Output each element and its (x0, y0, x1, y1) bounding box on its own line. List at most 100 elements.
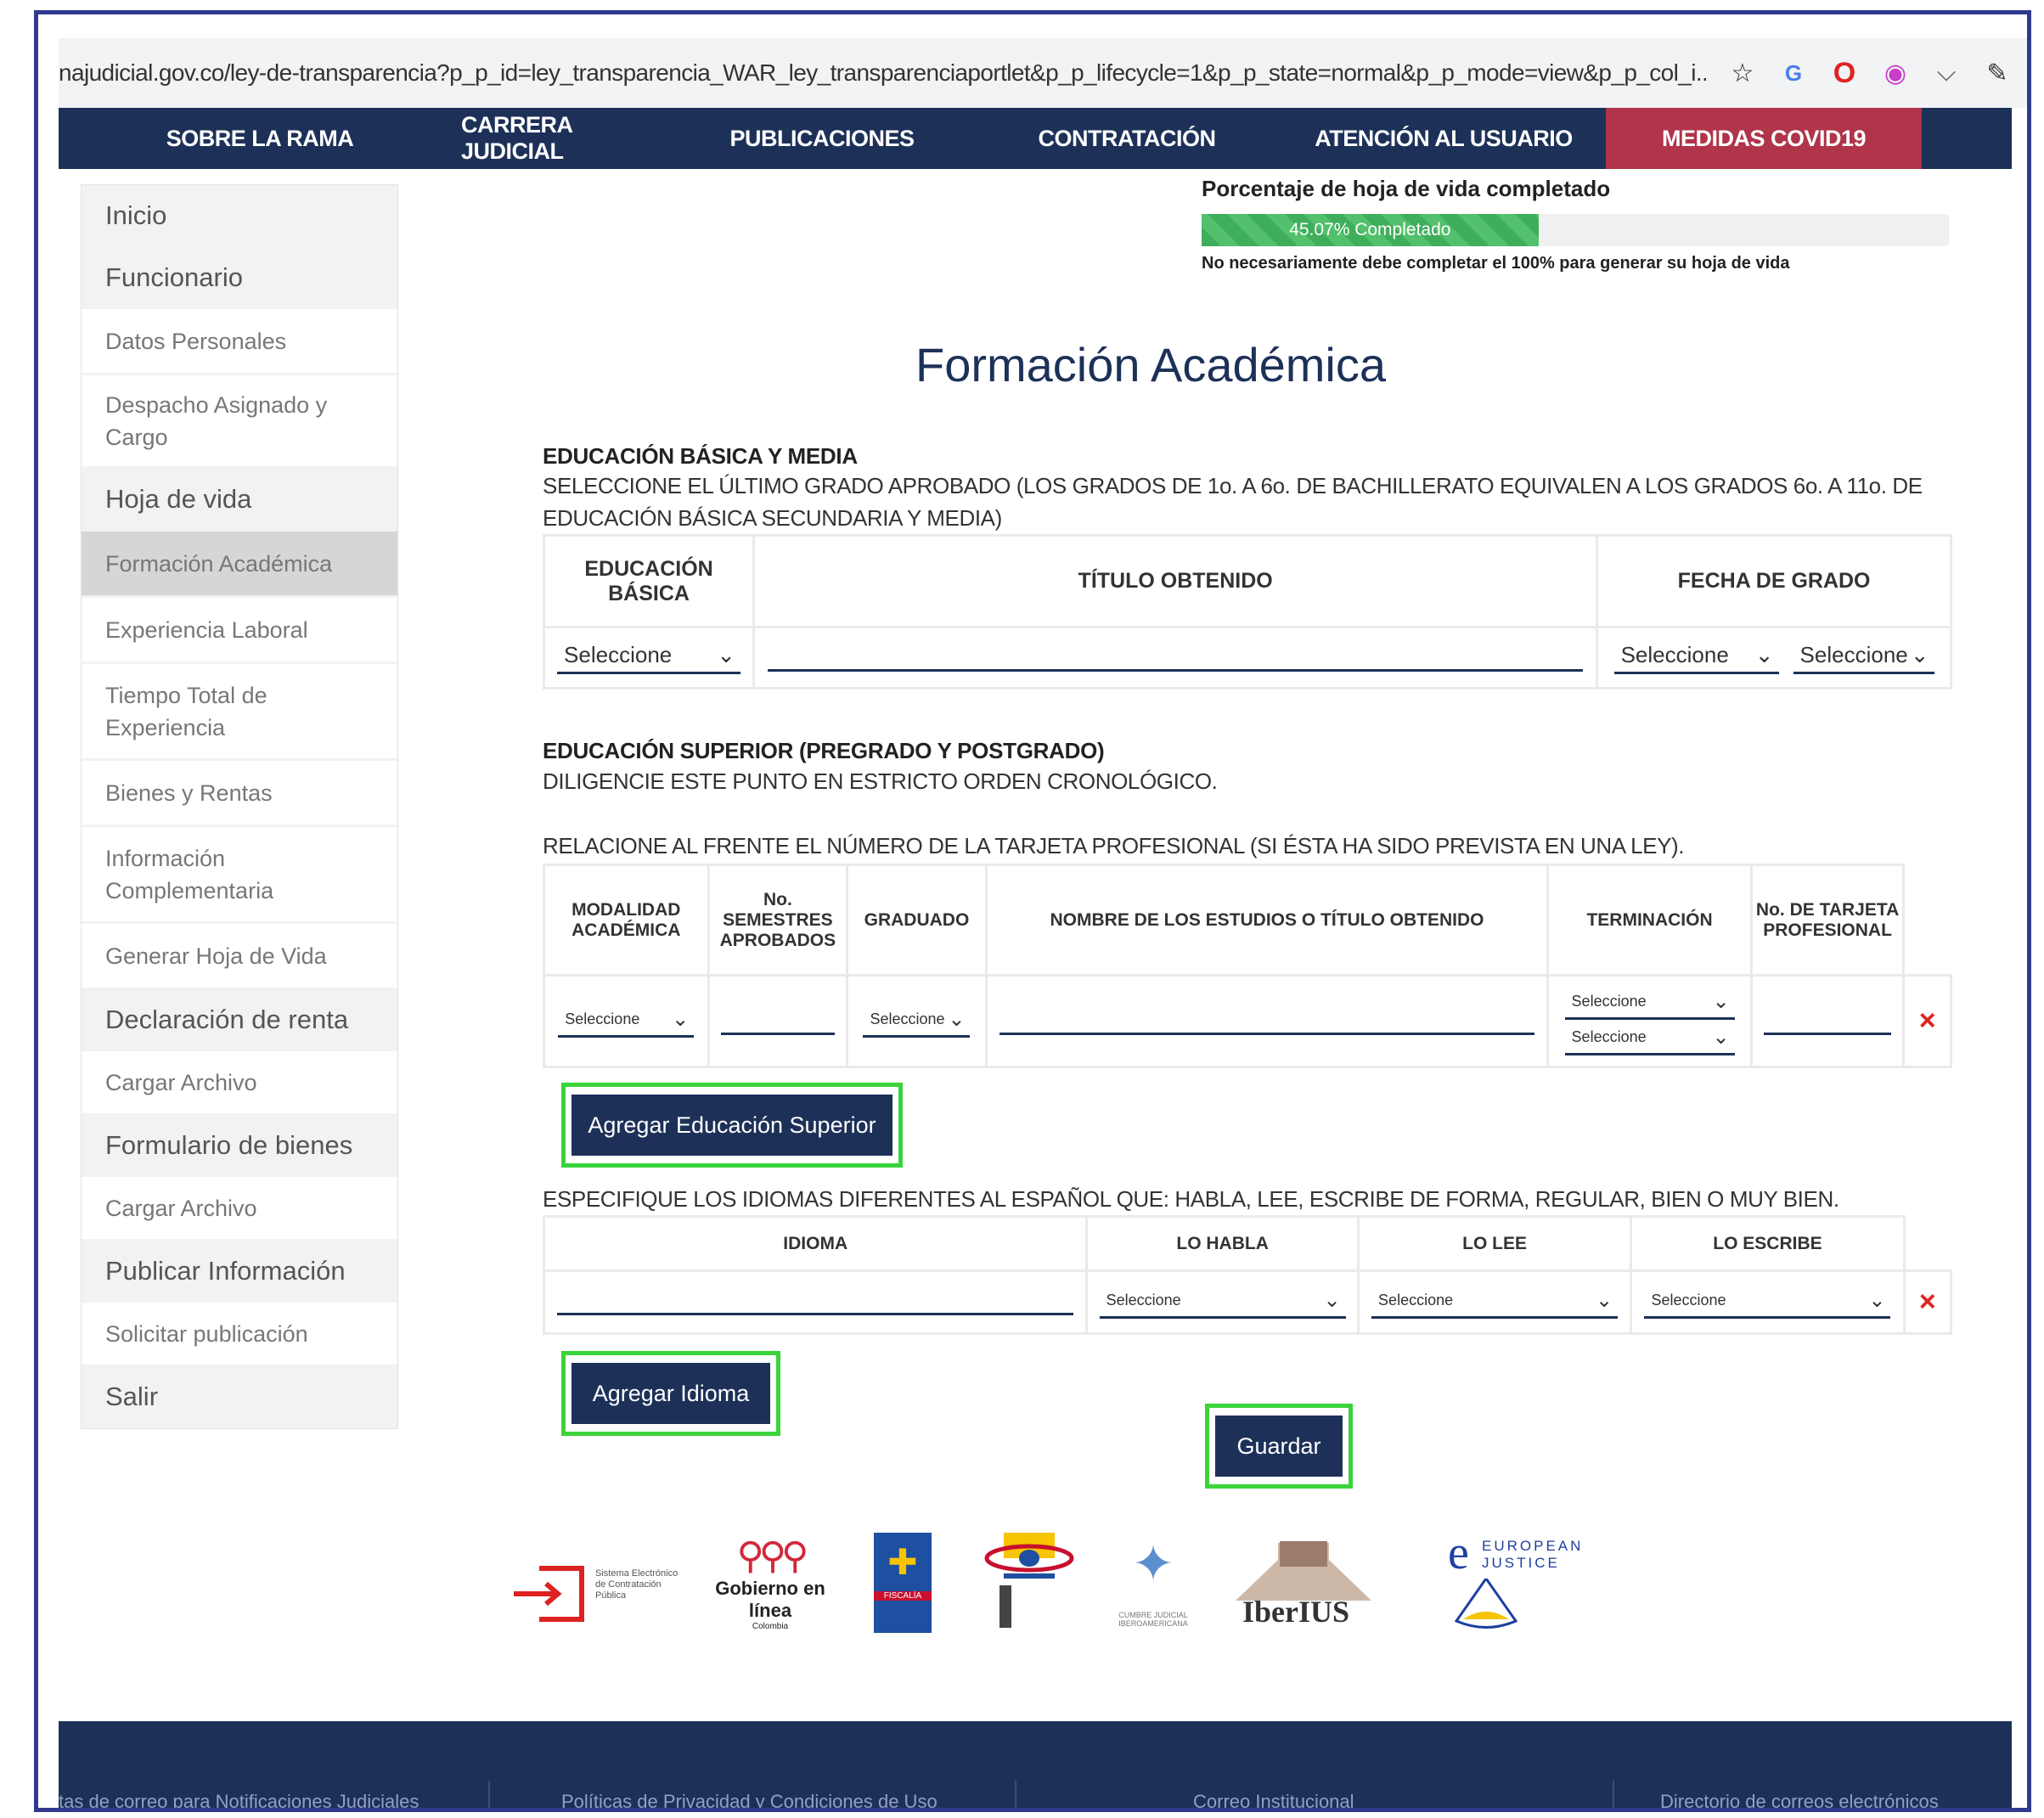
cumbre-star-icon: ✦ (1131, 1535, 1175, 1592)
agregar-educacion-superior-button[interactable]: Agregar Educación Superior (572, 1095, 892, 1156)
terminacion-select-1[interactable]: Seleccione ⌄ (1564, 989, 1735, 1020)
sidebar-item-datos-personales[interactable]: Datos Personales (82, 309, 397, 375)
lo-habla-select[interactable]: Seleccione ⌄ (1099, 1288, 1346, 1319)
footer-separator (488, 1781, 490, 1808)
chevron-down-icon: ⌄ (948, 1007, 966, 1031)
progress-fill: 45.07% Completado (1202, 214, 1539, 246)
modalidad-select[interactable]: Seleccione ⌄ (558, 1007, 695, 1038)
basica-instructions: SELECCIONE EL ÚLTIMO GRADO APROBADO (LOS… (543, 473, 1923, 531)
chevron-down-icon: ⌄ (1868, 1288, 1886, 1312)
guardar-button[interactable]: Guardar (1215, 1416, 1343, 1477)
main-navigation: SOBRE LA RAMA CARRERA JUDICIAL PUBLICACI… (59, 108, 2012, 169)
sidebar-item-publicar-informacion[interactable]: Publicar Información (82, 1241, 397, 1303)
sidebar-item-experiencia-laboral[interactable]: Experiencia Laboral (82, 598, 397, 664)
superior-line1: DILIGENCIE ESTE PUNTO EN ESTRICTO ORDEN … (543, 768, 1218, 794)
translate-icon[interactable]: G (1779, 59, 1808, 87)
footer: tas de correo para Notificaciones Judici… (59, 1721, 2012, 1808)
european-justice-logo[interactable]: e EUROPEAN JUSTICE (1441, 1526, 1585, 1635)
header-lo-lee: LO LEE (1356, 1215, 1633, 1272)
sidebar-item-funcionario[interactable]: Funcionario (82, 248, 397, 309)
gobierno-en-linea-logo[interactable]: ⚲⚲⚲ Gobierno en línea Colombia (711, 1534, 830, 1631)
pocket-icon[interactable]: ⌵ (1932, 59, 1961, 87)
sidebar-item-hoja-de-vida[interactable]: Hoja de vida (82, 469, 397, 532)
nav-medidas-covid19[interactable]: MEDIDAS COVID19 (1606, 108, 1922, 169)
chevron-down-icon: ⌄ (1712, 1025, 1730, 1049)
browser-address-bar: najudicial.gov.co/ley-de-transparencia?p… (59, 38, 2027, 108)
nav-sobre-la-rama[interactable]: SOBRE LA RAMA (59, 108, 461, 169)
medicina-legal-logo[interactable] (983, 1533, 1076, 1633)
sidebar-item-declaracion-de-renta[interactable]: Declaración de renta (82, 990, 397, 1051)
nav-contratacion[interactable]: CONTRATACIÓN (972, 108, 1281, 169)
fiscalia-logo[interactable]: ✚ FISCALÍA (874, 1533, 932, 1633)
sidebar-item-formacion-academica[interactable]: Formación Académica (82, 532, 397, 598)
footer-separator (1613, 1781, 1614, 1808)
sidebar-item-salir[interactable]: Salir (82, 1367, 397, 1428)
semestres-input[interactable] (720, 1033, 835, 1035)
header-fecha-de-grado: FECHA DE GRADO (1596, 534, 1952, 628)
educacion-basica-select[interactable]: Seleccione ⌄ (557, 641, 741, 674)
people-icon: ⚲⚲⚲ (736, 1535, 809, 1577)
idioma-input[interactable] (557, 1313, 1074, 1315)
header-titulo-obtenido: TÍTULO OBTENIDO (752, 534, 1599, 628)
url-text[interactable]: najudicial.gov.co/ley-de-transparencia?p… (59, 59, 1706, 87)
secop-logo[interactable]: Sistema Electrónico de Contratación Públ… (514, 1560, 684, 1628)
chevron-down-icon: ⌄ (1323, 1288, 1341, 1312)
partner-logos: Sistema Electrónico de Contratación Públ… (514, 1526, 1618, 1645)
extension-icon[interactable]: ◉ (1881, 59, 1910, 87)
titulo-obtenido-input[interactable] (768, 669, 1584, 672)
lo-escribe-select[interactable]: Seleccione ⌄ (1644, 1288, 1891, 1319)
nav-atencion-al-usuario[interactable]: ATENCIÓN AL USUARIO (1281, 108, 1606, 169)
chevron-down-icon: ⌄ (1595, 1288, 1613, 1312)
sidebar-item-generar-hoja-de-vida[interactable]: Generar Hoja de Vida (82, 924, 397, 990)
sidebar-item-cargar-archivo-bienes[interactable]: Cargar Archivo (82, 1177, 397, 1241)
header-educacion-basica: EDUCACIÓN BÁSICA (542, 534, 756, 628)
superior-line2: RELACIONE AL FRENTE EL NÚMERO DE LA TARJ… (543, 833, 1685, 858)
chevron-down-icon: ⌄ (1712, 989, 1730, 1013)
remove-idioma-icon[interactable]: × (1919, 1286, 1936, 1318)
sidebar-item-solicitar-publicacion[interactable]: Solicitar publicación (82, 1303, 397, 1367)
chevron-down-icon: ⌄ (717, 641, 736, 667)
superior-table: MODALIDAD ACADÉMICA No. SEMESTRES APROBA… (543, 864, 1952, 1068)
screenshot-frame: najudicial.gov.co/ley-de-transparencia?p… (34, 10, 2031, 1812)
sidebar-menu: Inicio Funcionario Datos Personales Desp… (81, 184, 398, 1429)
footer-link-notificaciones[interactable]: tas de correo para Notificaciones Judici… (59, 1791, 419, 1808)
opera-icon[interactable]: O (1830, 57, 1859, 89)
fecha-grado-select-2[interactable]: Seleccione ⌄ (1793, 642, 1934, 674)
footer-separator (1015, 1781, 1016, 1808)
sidebar-item-tiempo-total[interactable]: Tiempo Total de Experiencia (82, 664, 397, 761)
nav-carrera-judicial[interactable]: CARRERA JUDICIAL (461, 108, 672, 169)
lo-lee-select[interactable]: Seleccione ⌄ (1371, 1288, 1619, 1319)
tarjeta-profesional-input[interactable] (1764, 1033, 1892, 1035)
chevron-down-icon: ⌄ (1754, 641, 1774, 667)
fecha-grado-select-1[interactable]: Seleccione ⌄ (1613, 641, 1779, 674)
footer-link-directorio[interactable]: Directorio de correos electrónicos (1660, 1791, 1939, 1808)
nav-publicaciones[interactable]: PUBLICACIONES (672, 108, 972, 169)
star-icon[interactable]: ☆ (1728, 59, 1757, 87)
footer-link-politicas[interactable]: Políticas de Privacidad y Condiciones de… (561, 1791, 938, 1808)
cumbre-judicial-logo[interactable]: ✦ CUMBRE JUDICIAL IBEROAMERICANA (1106, 1534, 1200, 1635)
progress-title: Porcentaje de hoja de vida completado (1202, 176, 1611, 201)
header-terminacion: TERMINACIÓN (1546, 864, 1753, 977)
progress-note: No necesariamente debe completar el 100%… (1202, 254, 1790, 273)
agregar-idioma-button[interactable]: Agregar Idioma (572, 1363, 770, 1424)
sidebar-item-inicio[interactable]: Inicio (82, 185, 397, 248)
remove-superior-icon[interactable]: × (1919, 1005, 1936, 1037)
fiscalia-cross-icon: ✚ (887, 1542, 918, 1582)
footer-link-correo-institucional[interactable]: Correo Institucional (1193, 1791, 1354, 1808)
header-semestres: No. SEMESTRES APROBADOS (707, 864, 849, 977)
terminacion-select-2[interactable]: Seleccione ⌄ (1564, 1025, 1735, 1055)
idiomas-table: IDIOMA LO HABLA LO LEE LO ESCRIBE Selecc… (542, 1215, 1953, 1335)
graduado-select[interactable]: Seleccione ⌄ (863, 1007, 971, 1038)
sidebar-item-informacion-complementaria[interactable]: Información Complementaria (82, 827, 397, 924)
pen-icon[interactable]: ✎ (1983, 59, 2012, 87)
sidebar-item-formulario-de-bienes[interactable]: Formulario de bienes (82, 1116, 397, 1177)
sidebar-item-bienes-y-rentas[interactable]: Bienes y Rentas (82, 761, 397, 827)
chevron-down-icon: ⌄ (672, 1007, 690, 1031)
iberius-logo[interactable]: IberIUS (1227, 1534, 1380, 1635)
nombre-estudios-input[interactable] (999, 1033, 1535, 1035)
progress-bar: 45.07% Completado (1202, 214, 1949, 246)
superior-heading: EDUCACIÓN SUPERIOR (PREGRADO Y POSTGRADO… (543, 738, 1105, 763)
header-nombre-estudios: NOMBRE DE LOS ESTUDIOS O TÍTULO OBTENIDO (984, 864, 1550, 977)
sidebar-item-despacho-asignado[interactable]: Despacho Asignado y Cargo (82, 375, 397, 469)
sidebar-item-cargar-archivo-renta[interactable]: Cargar Archivo (82, 1051, 397, 1116)
